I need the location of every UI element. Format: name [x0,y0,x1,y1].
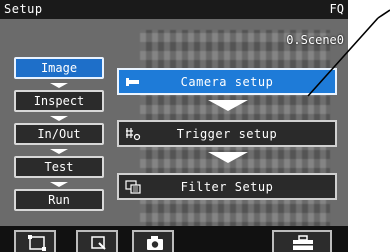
sidebar-item-label: Image [40,61,78,75]
flow-arrow-icon [208,152,248,163]
flow-arrow-icon [208,100,248,111]
title-bar: Setup FQ [0,0,348,19]
camera-icon [147,236,163,250]
sidebar-item-run[interactable]: Run [14,189,104,211]
sidebar-item-in-out[interactable]: In/Out [14,123,104,145]
filter-setup-label: Filter Setup [180,180,274,194]
callout-pointer [307,9,390,97]
zoom-icon [91,236,106,250]
sidebar-item-test[interactable]: Test [14,156,104,178]
flow-arrow-icon [50,149,68,154]
toolbox-button[interactable] [272,230,332,252]
device-screen: Setup FQ 0.Scene0 Image Inspect In/Out T… [0,0,348,252]
sidebar-item-inspect[interactable]: Inspect [14,90,104,112]
filter-setup-button[interactable]: Filter Setup [117,173,337,200]
toolbox-icon [293,235,313,250]
screen-title: Setup [4,2,43,16]
flow-arrow-icon [50,182,68,187]
sidebar-item-label: Test [44,160,74,174]
trigger-setup-button[interactable]: Trigger setup [117,120,337,147]
frame-button[interactable] [14,230,56,252]
trigger-setup-label: Trigger setup [176,127,278,141]
flow-arrow-icon [50,83,68,88]
capture-button[interactable] [132,230,174,252]
sidebar-item-image[interactable]: Image [14,57,104,79]
flow-arrow-icon [50,116,68,121]
sidebar-item-label: Run [48,193,70,207]
sidebar-item-label: Inspect [33,94,85,108]
sidebar-item-label: In/Out [37,127,81,141]
frame-icon [28,235,46,251]
zoom-button[interactable] [76,230,118,252]
